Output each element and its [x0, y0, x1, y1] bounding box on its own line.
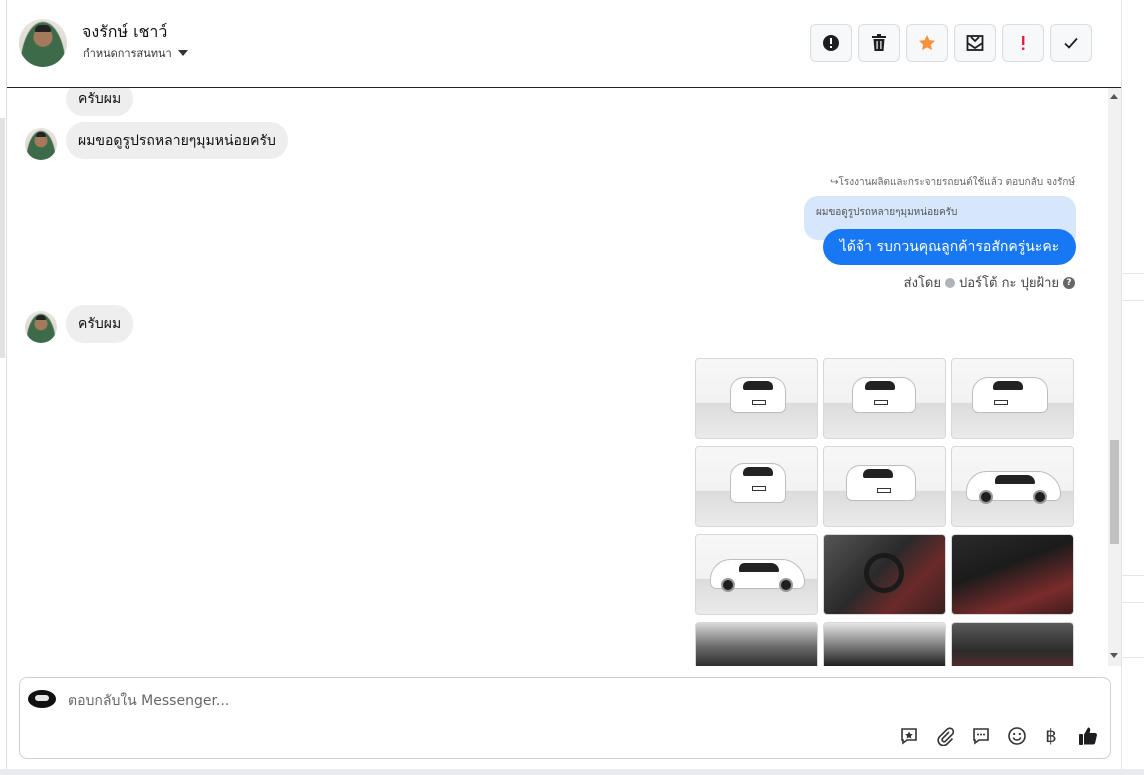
- scroll-down-icon[interactable]: [1110, 653, 1118, 658]
- incoming-message[interactable]: ผมขอดูรูปรถหลายๆมุมหน่อยครับ: [66, 122, 288, 159]
- mark-unread-icon: [966, 35, 984, 51]
- payment-icon[interactable]: ฿: [1039, 724, 1063, 748]
- mark-spam-button[interactable]: [810, 24, 852, 62]
- car-photo[interactable]: [823, 622, 946, 666]
- car-photo[interactable]: [951, 622, 1074, 666]
- like-icon[interactable]: [1076, 724, 1100, 748]
- star-icon: [919, 35, 935, 51]
- reply-input[interactable]: [68, 690, 868, 712]
- important-icon: [1022, 36, 1025, 50]
- car-photo[interactable]: [823, 358, 946, 439]
- caret-down-icon: [177, 50, 188, 56]
- sent-by: ส่งโดย ปอร์โต้ กะ ปุยฝ้าย ?: [904, 272, 1075, 293]
- mark-spam-icon: [823, 35, 839, 51]
- thread-scrollbar[interactable]: [1108, 88, 1121, 666]
- car-photo[interactable]: [695, 622, 818, 666]
- message-composer: ฿: [19, 677, 1111, 759]
- contact-avatar-small[interactable]: [25, 128, 57, 160]
- assign-conversation-label: กำหนดการสนทนา: [83, 47, 172, 60]
- scroll-up-icon[interactable]: [1110, 94, 1118, 99]
- delete-icon: [872, 34, 886, 51]
- car-photo[interactable]: [823, 446, 946, 527]
- messenger-inbox: จงรักษ์ เชาว์ กำหนดการสนทนา ครับผม ผมขอด…: [0, 0, 1144, 775]
- mark-unread-button[interactable]: [954, 24, 996, 62]
- car-photo[interactable]: [823, 534, 946, 615]
- assign-conversation-dropdown[interactable]: กำหนดการสนทนา: [83, 44, 188, 62]
- contact-avatar[interactable]: [19, 19, 67, 67]
- left-panel-edge: [0, 0, 7, 775]
- contact-avatar-small[interactable]: [25, 311, 57, 343]
- car-photo[interactable]: [951, 534, 1074, 615]
- conversation-header: จงรักษ์ เชาว์ กำหนดการสนทนา: [7, 0, 1121, 88]
- help-icon[interactable]: ?: [1063, 276, 1075, 289]
- incoming-message[interactable]: ครับผม: [66, 88, 134, 116]
- car-photo[interactable]: [951, 446, 1074, 527]
- outgoing-message[interactable]: ได้จ้า รบกวนคุณลูกค้ารอสักครู่นะคะ: [823, 229, 1076, 265]
- saved-reply-icon[interactable]: [897, 724, 921, 748]
- star-button[interactable]: [906, 24, 948, 62]
- verified-icon: [945, 277, 955, 288]
- scrollbar-thumb[interactable]: [1110, 440, 1119, 544]
- attachment-icon[interactable]: [933, 724, 957, 748]
- delete-button[interactable]: [858, 24, 900, 62]
- right-panel-edge: [1121, 0, 1144, 775]
- car-photo[interactable]: [695, 358, 818, 439]
- page-avatar: [28, 690, 56, 708]
- mark-done-button[interactable]: [1050, 24, 1092, 62]
- car-photo[interactable]: [695, 534, 818, 615]
- mark-done-icon: [1064, 37, 1078, 49]
- emoji-icon[interactable]: [1005, 724, 1029, 748]
- sent-by-name[interactable]: ปอร์โต้ กะ ปุยฝ้าย: [959, 272, 1059, 293]
- left-scrollbar[interactable]: [0, 118, 5, 358]
- contact-name[interactable]: จงรักษ์ เชาว์: [82, 20, 167, 45]
- bottom-edge: [0, 769, 1144, 775]
- car-photo[interactable]: [951, 358, 1074, 439]
- car-photo[interactable]: [695, 446, 818, 527]
- message-thread[interactable]: ครับผม ผมขอดูรูปรถหลายๆมุมหน่อยครับ ↪โรง…: [7, 88, 1121, 666]
- sent-by-prefix: ส่งโดย: [903, 276, 941, 291]
- important-button[interactable]: [1002, 24, 1044, 62]
- incoming-message[interactable]: ครับผม: [66, 305, 134, 343]
- reply-meta: ↪โรงงานผลิตและกระจายรถยนต์ใช้แล้ว ตอบกลั…: [830, 177, 1075, 188]
- message-icon[interactable]: [969, 724, 993, 748]
